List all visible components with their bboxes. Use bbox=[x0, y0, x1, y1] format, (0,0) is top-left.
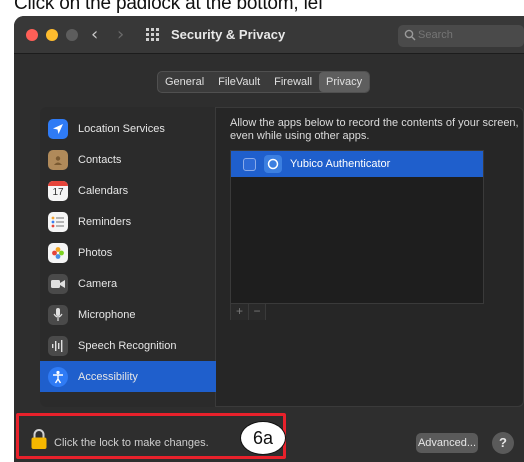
tab-general[interactable]: General bbox=[158, 72, 211, 92]
search-field[interactable] bbox=[398, 25, 524, 47]
add-remove-control: + − bbox=[230, 304, 266, 320]
sidebar-item-microphone[interactable]: Microphone bbox=[40, 299, 216, 330]
show-all-grid-icon[interactable] bbox=[146, 28, 160, 42]
close-window-button[interactable] bbox=[26, 29, 38, 41]
forward-chevron-icon[interactable]: › bbox=[117, 24, 124, 45]
app-permission-checkbox[interactable] bbox=[243, 157, 256, 171]
tab-firewall[interactable]: Firewall bbox=[267, 72, 319, 92]
sidebar-item-speech-recognition[interactable]: Speech Recognition bbox=[40, 330, 216, 361]
step-badge: 6a bbox=[240, 421, 286, 455]
tab-privacy[interactable]: Privacy bbox=[319, 72, 370, 92]
list-item[interactable]: Yubico Authenticator bbox=[231, 151, 483, 177]
screen-recording-app-list[interactable]: Yubico Authenticator bbox=[230, 150, 484, 304]
screen-recording-description: Allow the apps below to record the conte… bbox=[230, 117, 519, 142]
sidebar-item-accessibility[interactable]: Accessibility bbox=[40, 361, 216, 392]
privacy-category-sidebar[interactable]: Location Services Contacts 17 Calendars bbox=[40, 107, 216, 407]
remove-app-button[interactable]: − bbox=[247, 304, 265, 320]
security-privacy-window: ‹ › Security & Privacy General FileVault… bbox=[14, 16, 524, 462]
sidebar-item-location-services[interactable]: Location Services bbox=[40, 113, 216, 144]
title-bar: ‹ › Security & Privacy bbox=[14, 16, 524, 54]
back-chevron-icon[interactable]: ‹ bbox=[91, 24, 98, 45]
search-input[interactable] bbox=[418, 29, 518, 41]
sidebar-item-camera[interactable]: Camera bbox=[40, 268, 216, 299]
zoom-window-button[interactable] bbox=[66, 29, 78, 41]
sidebar-item-photos[interactable]: Photos bbox=[40, 237, 216, 268]
tab-filevault[interactable]: FileVault bbox=[211, 72, 267, 92]
search-icon bbox=[404, 29, 416, 41]
app-name: Yubico Authenticator bbox=[290, 158, 391, 170]
window-title: Security & Privacy bbox=[171, 27, 286, 42]
accessibility-icon bbox=[48, 366, 68, 387]
calendar-icon: 17 bbox=[48, 180, 68, 201]
reminders-list-icon bbox=[48, 211, 68, 232]
location-arrow-icon bbox=[48, 118, 68, 139]
sidebar-item-contacts[interactable]: Contacts bbox=[40, 144, 216, 175]
sidebar-item-reminders[interactable]: Reminders bbox=[40, 206, 216, 237]
help-button[interactable]: ? bbox=[492, 432, 514, 454]
tab-bar: General FileVault Firewall Privacy bbox=[157, 71, 371, 93]
preferences-pane: General FileVault Firewall Privacy Locat… bbox=[14, 54, 524, 462]
minimize-window-button[interactable] bbox=[46, 29, 58, 41]
add-app-button[interactable]: + bbox=[231, 304, 248, 320]
photos-flower-icon bbox=[48, 242, 68, 263]
yubico-app-icon bbox=[264, 155, 282, 173]
camera-icon bbox=[48, 273, 68, 294]
contacts-book-icon bbox=[48, 149, 68, 170]
microphone-icon bbox=[48, 304, 68, 325]
waveform-icon bbox=[48, 335, 68, 356]
sidebar-item-calendars[interactable]: 17 Calendars bbox=[40, 175, 216, 206]
advanced-button[interactable]: Advanced... bbox=[416, 433, 478, 453]
